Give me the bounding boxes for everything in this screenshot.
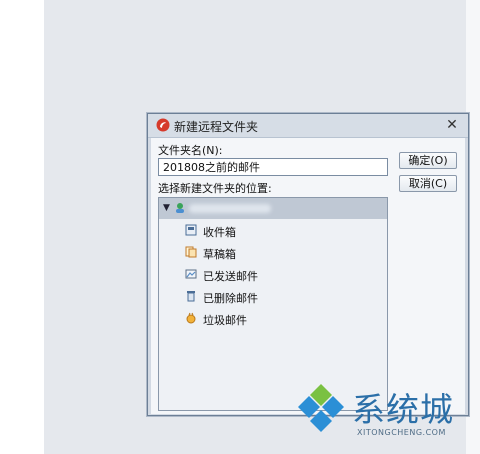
mail-app-logo-icon: [156, 118, 170, 132]
close-icon: ✕: [446, 117, 458, 133]
close-button[interactable]: ✕: [444, 117, 460, 133]
junk-icon: [186, 312, 196, 324]
tree-item-label: 收件箱: [203, 226, 236, 239]
dialog-content: 文件夹名(N): 确定(O) 取消(C) 选择新建文件夹的位置: ▼ 收件箱: [151, 138, 465, 414]
folder-name-input[interactable]: [158, 158, 388, 176]
tree-item-label: 已删除邮件: [203, 292, 258, 305]
folder-location-tree[interactable]: ▼ 收件箱 草稿箱 已发送邮件 已删除邮件 垃圾邮件: [158, 197, 388, 411]
cancel-button[interactable]: 取消(C): [399, 175, 457, 192]
new-remote-folder-dialog: 新建远程文件夹 ✕ 文件夹名(N): 确定(O) 取消(C) 选择新建文件夹的位…: [147, 113, 469, 416]
trash-icon: [187, 291, 195, 302]
dialog-title: 新建远程文件夹: [174, 120, 259, 134]
sent-icon: [185, 269, 197, 279]
tree-item-inbox[interactable]: 收件箱: [185, 222, 365, 240]
watermark-logo-icon: [298, 384, 344, 432]
tree-item-drafts[interactable]: 草稿箱: [185, 244, 365, 262]
dialog-titlebar[interactable]: 新建远程文件夹 ✕: [148, 114, 468, 138]
watermark-text: 系统城: [352, 390, 454, 429]
tree-item-sent[interactable]: 已发送邮件: [185, 266, 365, 284]
folder-name-label: 文件夹名(N):: [158, 144, 223, 157]
expand-arrow-icon[interactable]: ▼: [163, 203, 170, 213]
tree-item-junk[interactable]: 垃圾邮件: [185, 310, 365, 328]
account-icon: [176, 203, 184, 213]
tree-item-deleted[interactable]: 已删除邮件: [185, 288, 365, 306]
account-name-redacted: [189, 204, 271, 213]
inbox-icon: [185, 224, 197, 236]
ok-button[interactable]: 确定(O): [399, 152, 457, 169]
tree-item-label: 草稿箱: [203, 248, 236, 261]
left-margin: [0, 0, 44, 454]
tree-root-account[interactable]: ▼: [159, 198, 387, 219]
drafts-icon: [185, 246, 197, 258]
watermark-subtext: XITONGCHENG.COM: [357, 428, 446, 437]
tree-item-label: 垃圾邮件: [203, 314, 247, 327]
tree-item-label: 已发送邮件: [203, 270, 258, 283]
location-label: 选择新建文件夹的位置:: [158, 182, 272, 195]
